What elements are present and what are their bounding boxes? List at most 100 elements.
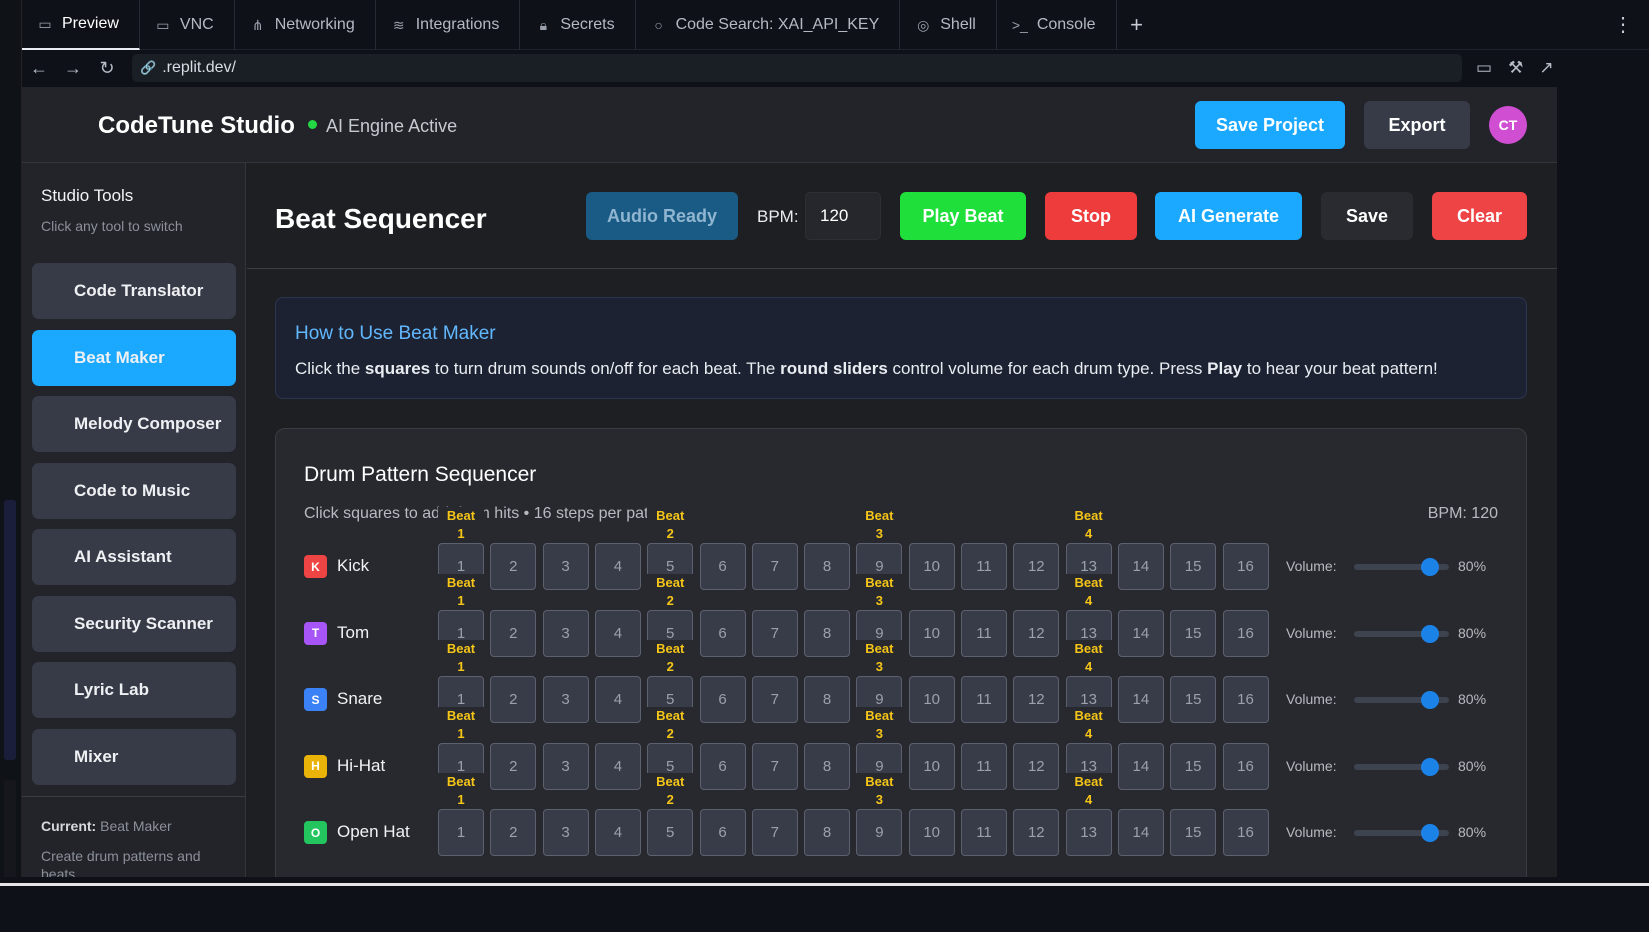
sidebar-item-security-scanner[interactable]: Security Scanner — [32, 595, 236, 652]
step-button[interactable]: 8 — [804, 609, 851, 657]
stop-button[interactable]: Stop — [1045, 192, 1137, 240]
step-button[interactable]: 8 — [804, 809, 851, 857]
avatar[interactable]: CT — [1489, 106, 1527, 144]
step-button[interactable]: 10 — [908, 676, 955, 724]
sidebar-item-code-translator[interactable]: Code Translator — [32, 263, 236, 319]
step-button[interactable]: 12 — [1013, 676, 1060, 724]
step-button[interactable]: 16 — [1222, 609, 1269, 657]
sidebar-item-lyric-lab[interactable]: Lyric Lab — [32, 662, 236, 718]
step-button[interactable]: 2 — [490, 609, 537, 657]
step-button[interactable]: 7 — [751, 809, 798, 857]
step-button[interactable]: 15 — [1170, 543, 1217, 590]
step-button[interactable]: 10 — [908, 543, 955, 590]
tab-networking[interactable]: ⋔ Networking — [235, 0, 376, 50]
tab-preview[interactable]: ▭ Preview — [22, 0, 140, 50]
step-button[interactable]: 14 — [1117, 543, 1164, 590]
step-button[interactable]: 10 — [908, 609, 955, 657]
step-button[interactable]: 7 — [751, 609, 798, 657]
tab-console[interactable]: >_ Console — [997, 0, 1117, 50]
tab-secrets[interactable]: 🔒︎ Secrets — [520, 0, 636, 50]
step-button[interactable]: 5 — [647, 809, 694, 857]
step-button[interactable]: 3 — [542, 676, 589, 724]
volume-slider-thumb[interactable] — [1421, 691, 1439, 710]
step-button[interactable]: 6 — [699, 742, 746, 790]
step-button[interactable]: 14 — [1117, 609, 1164, 657]
step-button[interactable]: 8 — [804, 676, 851, 724]
url-bar[interactable]: 🔗 .replit.dev/ — [132, 54, 1462, 82]
step-button[interactable]: 14 — [1117, 742, 1164, 790]
step-button[interactable]: 12 — [1013, 809, 1060, 857]
step-button[interactable]: 16 — [1222, 809, 1269, 857]
sidebar-item-ai-assistant[interactable]: AI Assistant — [32, 529, 236, 585]
ai-generate-button[interactable]: AI Generate — [1155, 192, 1302, 240]
volume-slider-thumb[interactable] — [1421, 558, 1439, 576]
play-beat-button[interactable]: Play Beat — [900, 192, 1026, 240]
step-button[interactable]: 6 — [699, 543, 746, 590]
step-button[interactable]: 6 — [699, 609, 746, 657]
tab-shell[interactable]: ◎ Shell — [900, 0, 997, 50]
sidebar-item-mixer[interactable]: Mixer — [32, 728, 236, 785]
step-button[interactable]: 16 — [1222, 676, 1269, 724]
tab-code-search-xai-api-key[interactable]: ○ Code Search: XAI_API_KEY — [636, 0, 901, 50]
bpm-input[interactable]: 120 — [805, 192, 881, 240]
step-button[interactable]: 7 — [751, 742, 798, 790]
step-button[interactable]: 11 — [961, 676, 1007, 724]
step-button[interactable]: 10 — [908, 809, 955, 857]
step-button[interactable]: 2 — [490, 543, 537, 590]
tab-integrations[interactable]: ≋ Integrations — [376, 0, 521, 50]
step-button[interactable]: 12 — [1013, 543, 1060, 590]
step-button[interactable]: 7 — [751, 543, 798, 590]
save-button[interactable]: Save — [1321, 192, 1413, 240]
step-button[interactable]: 6 — [699, 676, 746, 724]
step-button[interactable]: 3 — [542, 742, 589, 790]
step-button[interactable]: 15 — [1170, 676, 1217, 724]
add-tab-button[interactable]: + — [1117, 0, 1157, 49]
step-button[interactable]: 2 — [490, 809, 537, 857]
step-button[interactable]: 7 — [751, 676, 798, 724]
export-button[interactable]: Export — [1364, 101, 1470, 149]
step-button[interactable]: 4 — [594, 543, 641, 590]
volume-slider-thumb[interactable] — [1421, 624, 1439, 643]
step-button[interactable]: 1 — [438, 809, 484, 857]
reload-icon[interactable]: ↻ — [90, 58, 124, 79]
sidebar-item-beat-maker[interactable]: Beat Maker — [32, 329, 236, 386]
step-button[interactable]: 4 — [594, 609, 641, 657]
step-button[interactable]: 16 — [1222, 543, 1269, 590]
step-button[interactable]: 11 — [961, 609, 1007, 657]
volume-slider-thumb[interactable] — [1421, 824, 1439, 843]
devices-icon[interactable]: ▭ — [1476, 58, 1492, 78]
step-button[interactable]: 14 — [1117, 809, 1164, 857]
sidebar-item-melody-composer[interactable]: Melody Composer — [32, 396, 236, 452]
forward-icon[interactable]: → — [56, 58, 90, 79]
step-button[interactable]: 2 — [490, 742, 537, 790]
step-button[interactable]: 2 — [490, 676, 537, 724]
tab-vnc[interactable]: ▭ VNC — [140, 0, 235, 50]
step-button[interactable]: 11 — [961, 809, 1007, 857]
wrench-icon[interactable]: ⚒ — [1508, 58, 1523, 78]
sidebar-item-code-to-music[interactable]: Code to Music — [32, 462, 236, 519]
step-button[interactable]: 3 — [542, 809, 589, 857]
step-button[interactable]: 12 — [1013, 609, 1060, 657]
step-button[interactable]: 11 — [961, 543, 1007, 590]
back-icon[interactable]: ← — [22, 58, 56, 79]
clear-button[interactable]: Clear — [1432, 192, 1527, 240]
step-button[interactable]: 8 — [804, 742, 851, 790]
step-button[interactable]: 15 — [1170, 742, 1217, 790]
volume-slider-thumb[interactable] — [1421, 757, 1439, 776]
step-button[interactable]: 10 — [908, 742, 955, 790]
step-button[interactable]: 4 — [594, 742, 641, 790]
save-project-button[interactable]: Save Project — [1195, 101, 1345, 149]
step-button[interactable]: 13 — [1065, 809, 1112, 857]
step-button[interactable]: 9 — [856, 809, 903, 857]
open-external-icon[interactable]: ↗ — [1539, 58, 1553, 78]
step-button[interactable]: 14 — [1117, 676, 1164, 724]
step-button[interactable]: 3 — [542, 543, 589, 590]
step-button[interactable]: 11 — [961, 742, 1007, 790]
step-button[interactable]: 15 — [1170, 809, 1217, 857]
step-button[interactable]: 3 — [542, 609, 589, 657]
step-button[interactable]: 8 — [804, 543, 851, 590]
step-button[interactable]: 4 — [594, 809, 641, 857]
step-button[interactable]: 6 — [699, 809, 746, 857]
step-button[interactable]: 15 — [1170, 609, 1217, 657]
step-button[interactable]: 4 — [594, 676, 641, 724]
